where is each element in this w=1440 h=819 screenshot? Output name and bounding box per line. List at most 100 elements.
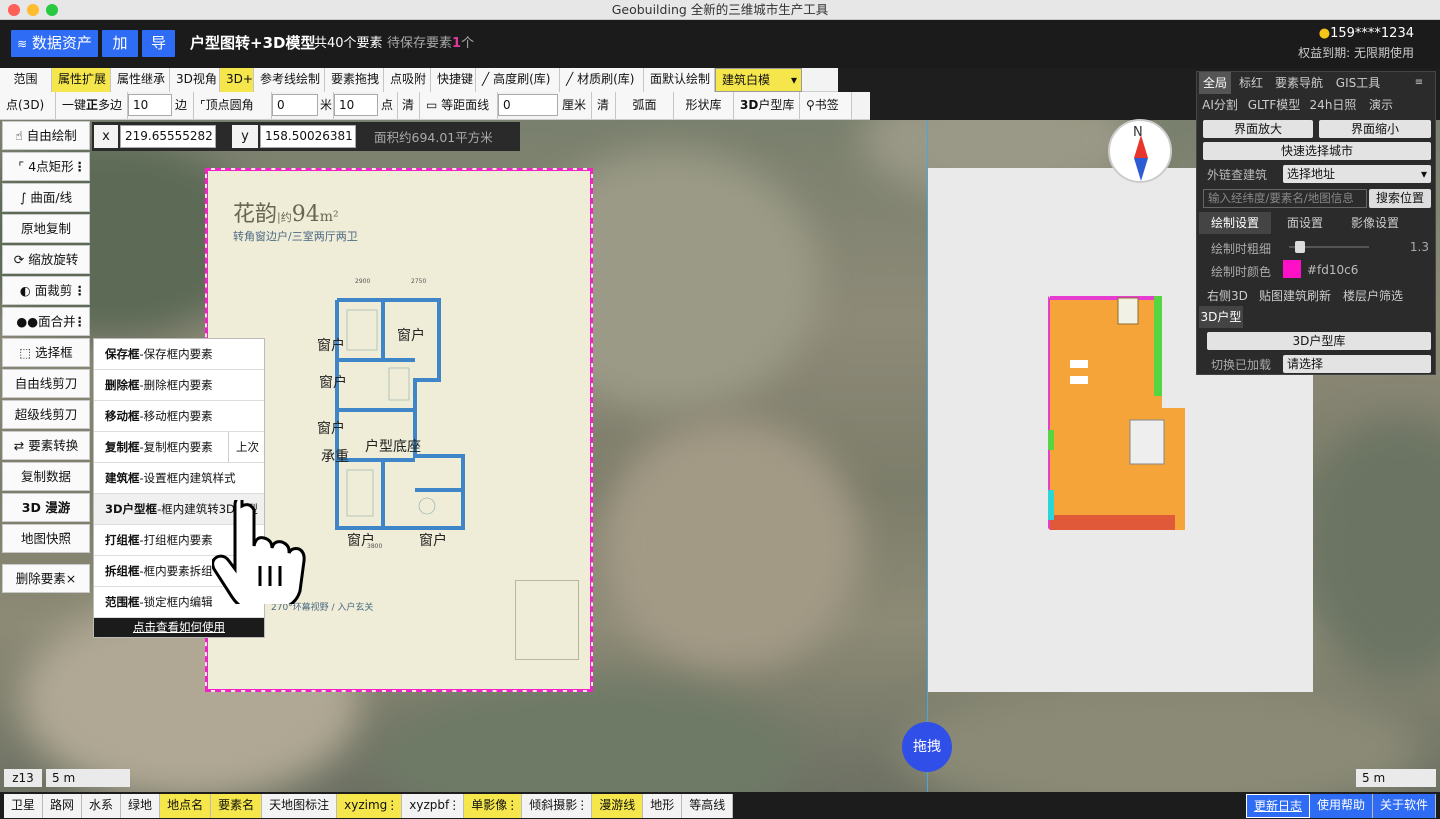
more-icon[interactable]: ⋮: [576, 794, 588, 817]
link-texture-refresh[interactable]: 贴图建筑刷新: [1259, 287, 1331, 304]
menu-building-box[interactable]: 建筑框-设置框内建筑样式: [94, 463, 264, 494]
menu-last-button[interactable]: 上次: [228, 432, 266, 462]
about-link[interactable]: 关于软件: [1372, 793, 1436, 818]
subtab-face-settings[interactable]: 面设置: [1275, 212, 1335, 234]
more-icon[interactable]: ⋮: [448, 794, 460, 817]
layer-oblique[interactable]: 倾斜摄影 ⋮: [522, 793, 593, 818]
polygon-sides-input[interactable]: 10: [128, 94, 172, 116]
menu-copy-box[interactable]: 复制框-复制框内要素 上次: [94, 432, 264, 463]
clear-round-button[interactable]: 清: [398, 92, 420, 119]
layer-tianditu[interactable]: 天地图标注: [262, 793, 338, 818]
user-account[interactable]: ●159****1234: [1319, 26, 1414, 41]
layer-green[interactable]: 绿地: [121, 793, 161, 818]
zoom-in-ui-button[interactable]: 界面放大: [1203, 120, 1313, 138]
huxing-3d-library-button[interactable]: 3D户型库: [1207, 332, 1431, 350]
menu-move-box[interactable]: 移动框-移动框内要素: [94, 401, 264, 432]
tool-attr-inherit[interactable]: 属性继承: [111, 68, 170, 92]
menu-delete-box[interactable]: 删除框-删除框内要素: [94, 370, 264, 401]
round-radius-input[interactable]: 0: [272, 94, 318, 116]
tool-3d-roam[interactable]: 3D 漫游: [2, 493, 90, 522]
tab-sunlight[interactable]: 24h日照: [1307, 94, 1359, 116]
panel-menu-icon[interactable]: ≡: [1407, 72, 1431, 94]
equidistant-input[interactable]: 0: [498, 94, 558, 116]
layer-terrain[interactable]: 地形: [643, 793, 683, 818]
data-assets-button[interactable]: ≋ 数据资产: [11, 30, 98, 57]
3d-huxing-model[interactable]: [1040, 290, 1200, 540]
clear-equidistant-button[interactable]: 清: [592, 92, 616, 119]
tool-curve[interactable]: ∫ 曲面/线: [2, 183, 90, 212]
subtab-image-settings[interactable]: 影像设置: [1339, 212, 1411, 234]
tab-gis-tools[interactable]: GIS工具: [1331, 72, 1385, 94]
changelog-link[interactable]: 更新日志: [1245, 793, 1310, 818]
tool-face-merge[interactable]: ●●面合并 ⋮: [2, 307, 90, 336]
tool-guide-line[interactable]: 参考线绘制: [254, 68, 325, 92]
help-link[interactable]: 使用帮助: [1309, 793, 1373, 818]
tool-default-draw[interactable]: 面默认绘制: [644, 68, 715, 92]
tool-attr-extend[interactable]: 属性扩展: [52, 68, 111, 92]
tool-range[interactable]: 范围: [0, 68, 52, 92]
tab-feature-nav[interactable]: 要素导航: [1271, 72, 1327, 94]
menu-help-link[interactable]: 点击查看如何使用: [94, 618, 264, 637]
shape-library-button[interactable]: 形状库: [674, 92, 734, 119]
tool-super-scissor[interactable]: 超级线剪刀: [2, 400, 90, 429]
tab-ai-seg[interactable]: AI分割: [1199, 94, 1241, 116]
layer-roads[interactable]: 路网: [43, 793, 83, 818]
drag-button[interactable]: 拖拽: [902, 722, 952, 772]
tab-gltf[interactable]: GLTF模型: [1245, 94, 1303, 116]
color-value[interactable]: #fd10c6: [1307, 263, 1358, 277]
tool-arc[interactable]: 弧面: [616, 92, 674, 119]
tab-3d-huxing[interactable]: 3D户型: [1199, 306, 1243, 328]
slider-handle[interactable]: [1295, 241, 1305, 253]
layer-xyzpbf[interactable]: xyzpbf ⋮: [402, 793, 465, 818]
link-right-3d[interactable]: 右侧3D: [1207, 287, 1248, 304]
more-icon[interactable]: ⋮: [506, 794, 518, 817]
layer-xyzimg[interactable]: xyzimg ⋮: [337, 793, 403, 818]
tool-point-snap[interactable]: 点吸附: [384, 68, 431, 92]
tool-equidistant[interactable]: ▭ 等距面线: [420, 92, 498, 119]
layer-roam-line[interactable]: 漫游线: [592, 793, 644, 818]
select-address-dropdown[interactable]: 选择地址 ▾: [1283, 165, 1431, 183]
tool-height-brush[interactable]: ╱ 高度刷(库): [476, 68, 560, 92]
subtab-draw-settings[interactable]: 绘制设置: [1199, 212, 1271, 234]
add-button[interactable]: 加: [102, 30, 138, 57]
link-floor-filter[interactable]: 楼层户筛选: [1343, 287, 1403, 304]
tool-4pt-rect[interactable]: ⌜ 4点矩形 ⋮: [2, 152, 90, 181]
huxing-library-button[interactable]: 3D户型库: [734, 92, 800, 119]
search-location-button[interactable]: 搜索位置: [1369, 189, 1431, 208]
x-coordinate-input[interactable]: 219.65555282: [120, 125, 216, 148]
tool-shortcuts[interactable]: 快捷键: [431, 68, 476, 92]
layer-feature-names[interactable]: 要素名: [211, 793, 263, 818]
tool-feature-drag[interactable]: 要素拖拽: [325, 68, 384, 92]
close-window-button[interactable]: [8, 4, 20, 16]
color-swatch[interactable]: [1283, 260, 1301, 278]
round-points-input[interactable]: 10: [334, 94, 378, 116]
more-icon[interactable]: ⋮: [386, 794, 398, 817]
tab-demo[interactable]: 演示: [1363, 94, 1399, 116]
tab-mark-red[interactable]: 标红: [1235, 72, 1267, 94]
building-white-select[interactable]: 建筑白模 ▾: [715, 68, 802, 92]
menu-save-box[interactable]: 保存框-保存框内要素: [94, 339, 264, 370]
tool-select-box[interactable]: ⬚ 选择框: [2, 338, 90, 367]
zoom-out-ui-button[interactable]: 界面缩小: [1319, 120, 1431, 138]
export-button[interactable]: 导: [142, 30, 175, 57]
location-search-input[interactable]: 输入经纬度/要素名/地图信息: [1203, 189, 1367, 208]
tool-copy-in-place[interactable]: 原地复制: [2, 214, 90, 243]
tool-scale-rotate[interactable]: ⟳ 缩放旋转: [2, 245, 90, 274]
minimize-window-button[interactable]: [27, 4, 39, 16]
tab-global[interactable]: 全局: [1199, 72, 1231, 94]
loaded-select[interactable]: 请选择: [1283, 355, 1431, 373]
tool-free-scissor[interactable]: 自由线剪刀: [2, 369, 90, 398]
maximize-window-button[interactable]: [46, 4, 58, 16]
layer-satellite[interactable]: 卫星: [4, 793, 44, 818]
delete-feature-button[interactable]: 删除要素×: [2, 564, 90, 593]
layer-water[interactable]: 水系: [82, 793, 122, 818]
layer-place-names[interactable]: 地点名: [160, 793, 212, 818]
tool-map-snapshot[interactable]: 地图快照: [2, 524, 90, 553]
layer-contour[interactable]: 等高线: [682, 793, 734, 818]
layer-single-image[interactable]: 单影像 ⋮: [464, 793, 523, 818]
compass[interactable]: N: [1108, 119, 1172, 183]
tool-3d-view[interactable]: 3D视角: [170, 68, 220, 92]
tool-face-clip[interactable]: ◐ 面裁剪 ⋮: [2, 276, 90, 305]
tool-vertex-round[interactable]: ⌜顶点圆角: [194, 92, 272, 119]
split-divider[interactable]: [927, 120, 928, 792]
